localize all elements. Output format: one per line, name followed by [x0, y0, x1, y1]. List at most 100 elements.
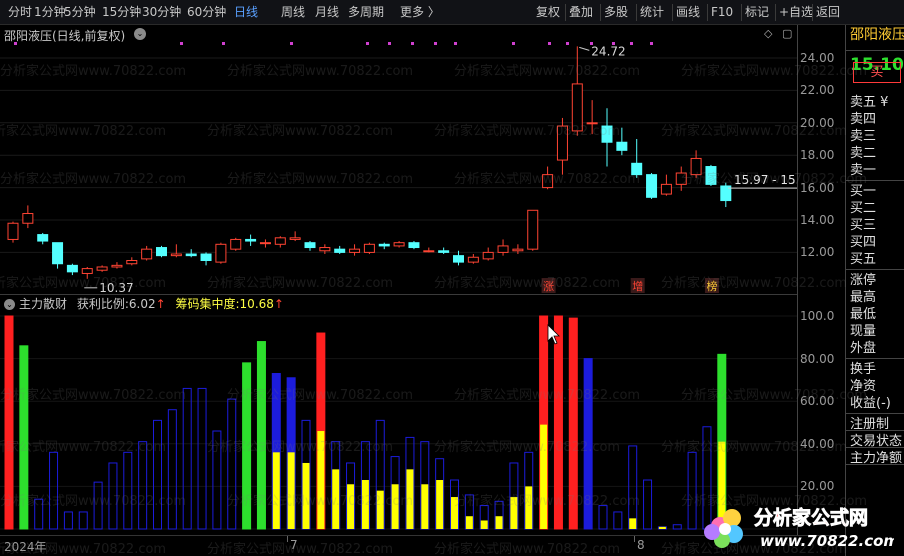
- indicator-bar: [301, 419, 311, 530]
- toolbar-separator: [600, 4, 601, 21]
- logo-title: 分析家公式网: [754, 506, 868, 529]
- candle: [96, 265, 108, 272]
- toolbar-separator: [636, 4, 637, 21]
- indicator-bar: [93, 481, 103, 530]
- period-tab-4[interactable]: 30分钟: [142, 5, 181, 20]
- event-marker-0[interactable]: 涨: [543, 280, 554, 293]
- candle: [616, 127, 628, 156]
- candle: [111, 262, 123, 269]
- toolbar-button-0[interactable]: 复权: [536, 5, 560, 20]
- indicator-chart[interactable]: [0, 295, 797, 535]
- indicator-tick: 100.0: [800, 309, 835, 323]
- indicator-bar: [464, 494, 474, 530]
- event-marker-1[interactable]: 增: [632, 279, 643, 293]
- indicator-bar: [197, 387, 207, 530]
- signal-dot: [548, 42, 551, 45]
- candle: [527, 209, 539, 251]
- period-tab-9[interactable]: 多周期: [348, 5, 384, 20]
- date-tick: 8: [637, 538, 645, 552]
- indicator-bar: [286, 377, 296, 530]
- candle: [126, 257, 138, 266]
- buy-button[interactable]: 买: [853, 62, 901, 83]
- quote-row-9: 买五: [850, 252, 877, 267]
- quote-row-12: 最低: [850, 307, 877, 322]
- indicator-bar: [256, 341, 266, 530]
- toolbar-separator: [775, 4, 776, 21]
- quote-row-8: 买四: [850, 235, 877, 250]
- toolbar-button-6[interactable]: 标记: [745, 5, 769, 20]
- panel-divider: [846, 430, 904, 431]
- indicator-bar: [182, 387, 192, 530]
- expand-icon[interactable]: ▢: [782, 27, 792, 40]
- period-tab-8[interactable]: 月线: [315, 5, 339, 20]
- candle: [482, 247, 494, 261]
- candle: [37, 232, 49, 245]
- period-tab-3[interactable]: 15分钟: [102, 5, 141, 20]
- candle: [304, 241, 316, 251]
- logo-url: www.70822.com: [760, 532, 894, 550]
- high-pointer: [579, 46, 590, 51]
- date-tick: 2024年: [4, 540, 47, 554]
- toolbar-button-1[interactable]: 叠加: [569, 5, 593, 20]
- candle: [542, 166, 554, 190]
- period-tab-6[interactable]: 日线: [234, 5, 258, 20]
- indicator-bar: [643, 479, 653, 530]
- period-tab-1[interactable]: 1分钟: [34, 5, 66, 20]
- quote-row-2: 卖三: [850, 129, 877, 144]
- candle: [467, 254, 479, 264]
- candle: [66, 263, 78, 276]
- event-marker-2[interactable]: 榜: [706, 279, 717, 293]
- toolbar-separator: [672, 4, 673, 21]
- signal-dot: [434, 42, 437, 45]
- candle: [408, 241, 420, 250]
- indicator-bar: [672, 524, 682, 530]
- indicator-bar: [390, 456, 400, 530]
- indicator-bar: [405, 436, 415, 530]
- toolbar-button-8[interactable]: 返回: [816, 5, 840, 20]
- panel-divider: [846, 447, 904, 448]
- candle: [660, 174, 672, 196]
- price-tick: 18.00: [800, 148, 835, 163]
- quote-row-14: 外盘: [850, 341, 877, 356]
- candlestick-chart[interactable]: 24.72 10.37 15.97 - 15. 涨 增 榜 ◇ ▢: [0, 25, 797, 295]
- toolbar-button-3[interactable]: 统计: [640, 5, 664, 20]
- quote-panel: 邵阳液压 15.10 买 卖五 ¥ 卖四 卖三 卖二 卖一 买一 买二 买三 买四 买五 涨停 最高最…: [845, 25, 904, 556]
- indicator-bar: [524, 451, 534, 530]
- toolbar-separator: [741, 4, 742, 21]
- price-tick: 22.00: [800, 83, 835, 98]
- candle: [690, 150, 702, 178]
- candle: [497, 239, 509, 256]
- period-tab-2[interactable]: 5分钟: [64, 5, 96, 20]
- period-tab-7[interactable]: 周线: [281, 5, 305, 20]
- signal-dot: [630, 42, 633, 45]
- candle: [378, 242, 390, 250]
- panel-divider: [846, 358, 904, 359]
- candle: [156, 245, 167, 258]
- diamond-icon[interactable]: ◇: [764, 27, 773, 40]
- indicator-bar: [212, 430, 222, 530]
- candle: [453, 250, 464, 266]
- toolbar-separator: [812, 4, 813, 21]
- toolbar-button-5[interactable]: F10: [711, 5, 733, 20]
- period-tab-10[interactable]: 更多 〉: [400, 5, 440, 20]
- candle: [52, 242, 64, 269]
- period-tab-0[interactable]: 分时: [8, 5, 32, 20]
- toolbar-button-4[interactable]: 画线: [676, 5, 700, 20]
- date-tick-mark: [287, 536, 288, 542]
- period-tab-5[interactable]: 60分钟: [187, 5, 226, 20]
- flower-logo-icon: [704, 509, 743, 548]
- price-tick: 24.00: [800, 51, 835, 65]
- indicator-bar: [583, 358, 593, 530]
- panel-divider: [846, 50, 904, 51]
- toolbar-button-7[interactable]: +自选: [779, 5, 813, 20]
- candle: [646, 173, 658, 199]
- signal-dot: [388, 42, 391, 45]
- candle: [423, 247, 435, 253]
- signal-dot: [566, 42, 569, 45]
- toolbar-button-2[interactable]: 多股: [604, 5, 628, 20]
- candle: [200, 252, 212, 266]
- candle: [7, 221, 19, 243]
- quote-row-1: 卖四: [850, 112, 877, 127]
- quote-row-7: 买三: [850, 218, 877, 233]
- indicator-bar: [78, 511, 88, 530]
